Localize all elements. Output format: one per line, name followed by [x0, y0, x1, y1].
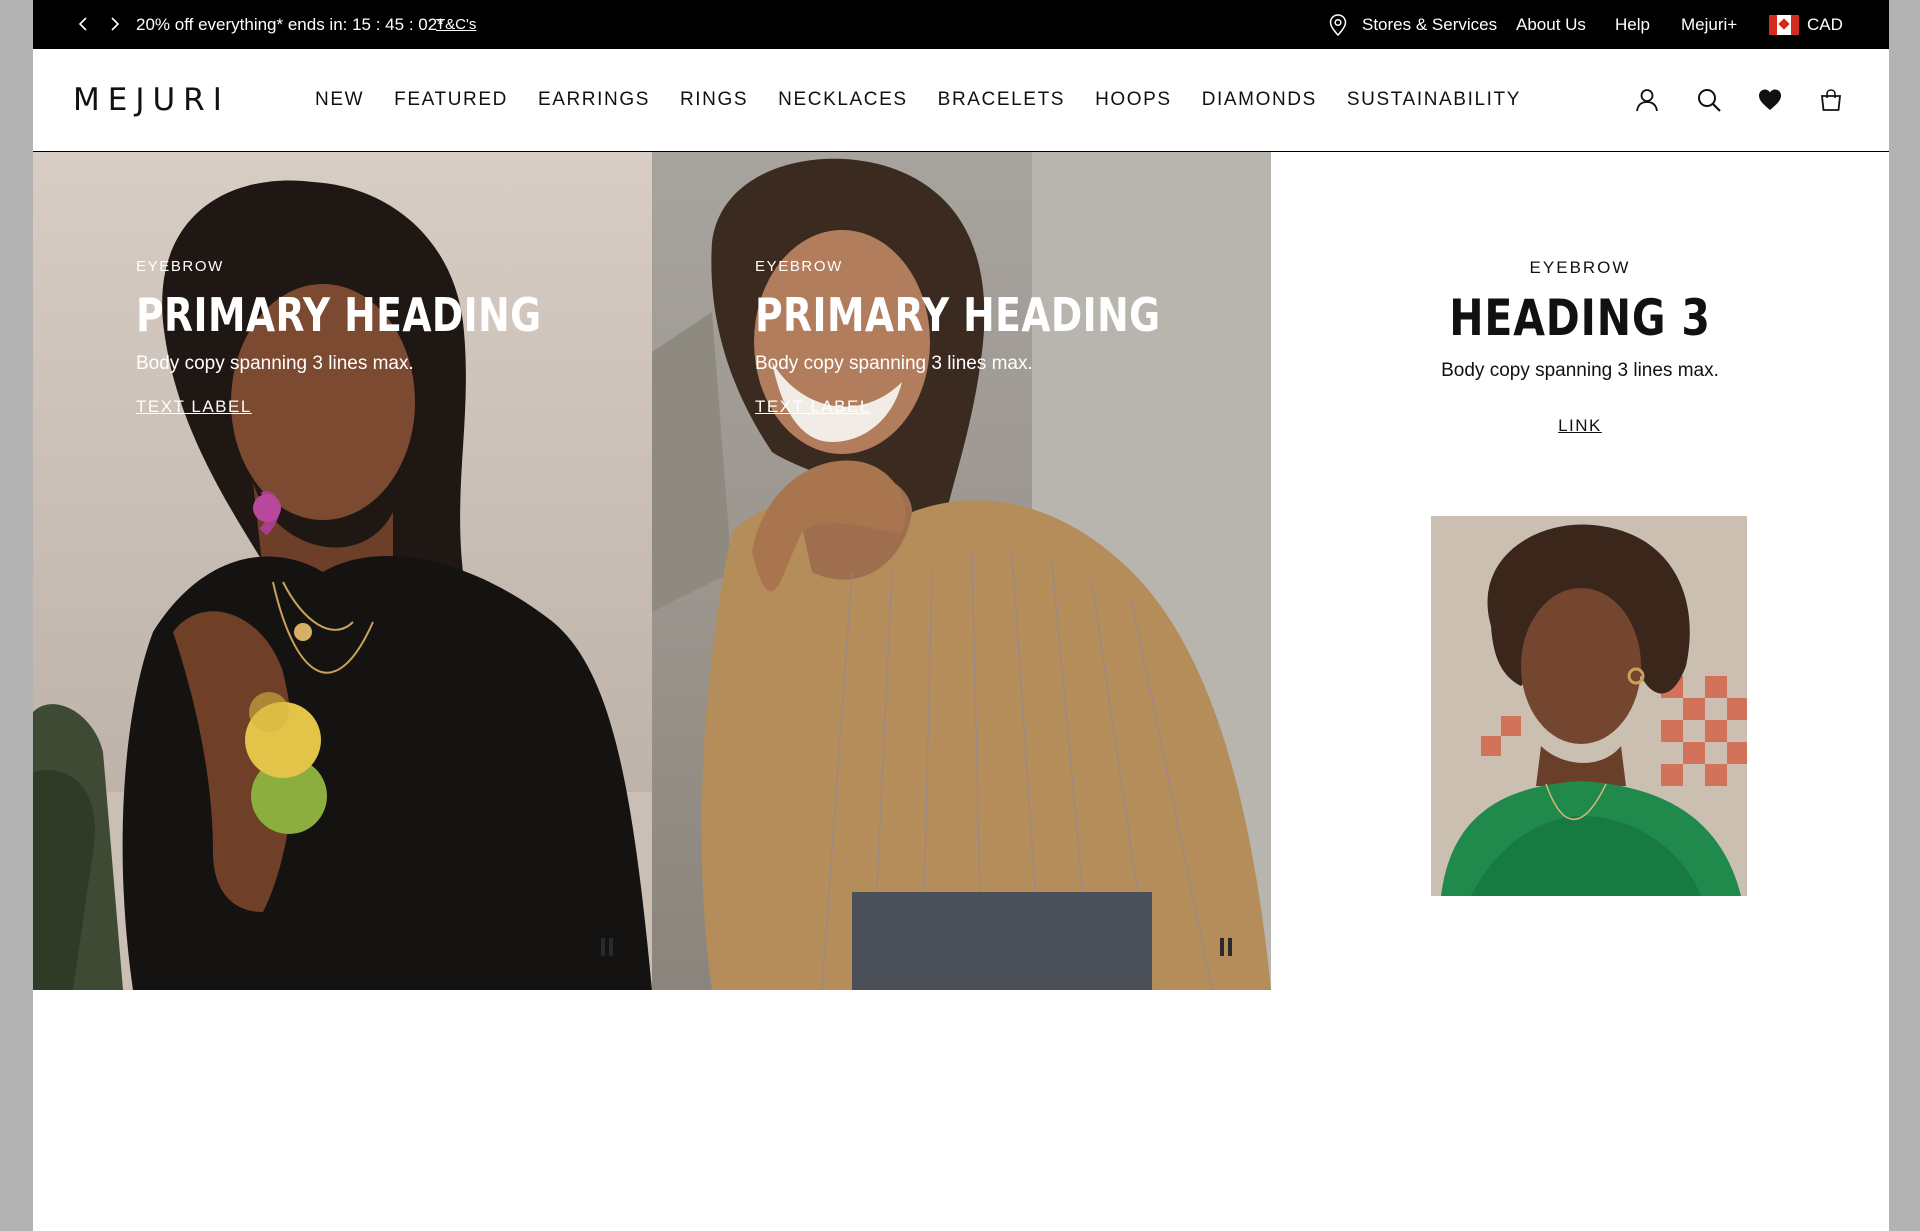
canada-flag-icon[interactable] [1769, 15, 1799, 35]
hero-cta-link[interactable]: TEXT LABEL [755, 397, 871, 417]
hero-copy-2: EYEBROW PRIMARY HEADING Body copy spanni… [755, 258, 1249, 417]
terms-link[interactable]: T&C's [436, 0, 476, 49]
hero-body: Body copy spanning 3 lines max. [755, 353, 1033, 374]
page: 20% off everything* ends in: 15 : 45 : 0… [33, 0, 1889, 1231]
nav-sustainability[interactable]: SUSTAINABILITY [1347, 89, 1521, 111]
nav-rings[interactable]: RINGS [680, 89, 748, 111]
hero-panel-1[interactable]: EYEBROW PRIMARY HEADING Body copy spanni… [33, 152, 652, 990]
chevron-right-icon[interactable] [104, 14, 124, 34]
feature-body: Body copy spanning 3 lines max. [1441, 360, 1719, 381]
nav-featured[interactable]: FEATURED [394, 89, 508, 111]
shopping-bag-icon[interactable] [1818, 87, 1844, 113]
hero-heading: PRIMARY HEADING [755, 288, 1161, 342]
help-link[interactable]: Help [1615, 0, 1650, 49]
hero-body: Body copy spanning 3 lines max. [136, 353, 414, 374]
hero-heading: PRIMARY HEADING [136, 288, 542, 342]
portrait-photo [1431, 516, 1747, 896]
hero-cta-link[interactable]: TEXT LABEL [136, 397, 252, 417]
hero-eyebrow: EYEBROW [755, 258, 843, 275]
promo-bar: 20% off everything* ends in: 15 : 45 : 0… [33, 0, 1889, 49]
heart-icon[interactable] [1757, 87, 1783, 113]
hero-copy-1: EYEBROW PRIMARY HEADING Body copy spanni… [136, 258, 630, 417]
main-header: MEJURI NEW FEATURED EARRINGS RINGS NECKL… [33, 49, 1889, 152]
currency-selector[interactable]: CAD [1807, 0, 1843, 49]
feature-eyebrow: EYEBROW [1529, 258, 1631, 277]
location-pin-icon [1329, 14, 1347, 37]
nav-hoops[interactable]: HOOPS [1095, 89, 1172, 111]
hero-panel-2[interactable]: EYEBROW PRIMARY HEADING Body copy spanni… [652, 152, 1271, 990]
promo-message: 20% off everything* ends in: 15 : 45 : 0… [136, 15, 444, 34]
feature-image[interactable] [1431, 516, 1747, 896]
feature-link[interactable]: LINK [1558, 416, 1602, 436]
mejuri-plus-link[interactable]: Mejuri+ [1681, 0, 1737, 49]
main-nav: NEW FEATURED EARRINGS RINGS NECKLACES BR… [315, 49, 1551, 151]
chevron-left-icon[interactable] [74, 14, 94, 34]
nav-necklaces[interactable]: NECKLACES [778, 89, 908, 111]
feature-heading: HEADING 3 [1449, 289, 1711, 347]
nav-new[interactable]: NEW [315, 89, 364, 111]
search-icon[interactable] [1696, 87, 1722, 113]
stores-services-link[interactable]: Stores & Services [1362, 0, 1497, 49]
pause-icon[interactable] [599, 938, 615, 956]
nav-earrings[interactable]: EARRINGS [538, 89, 650, 111]
nav-diamonds[interactable]: DIAMONDS [1202, 89, 1317, 111]
hero-eyebrow: EYEBROW [136, 258, 224, 275]
logo[interactable]: MEJURI [73, 81, 230, 119]
about-us-link[interactable]: About Us [1516, 0, 1586, 49]
pause-icon[interactable] [1218, 938, 1234, 956]
account-icon[interactable] [1634, 87, 1660, 113]
nav-bracelets[interactable]: BRACELETS [938, 89, 1065, 111]
feature-block: EYEBROW HEADING 3 Body copy spanning 3 l… [1271, 152, 1889, 990]
